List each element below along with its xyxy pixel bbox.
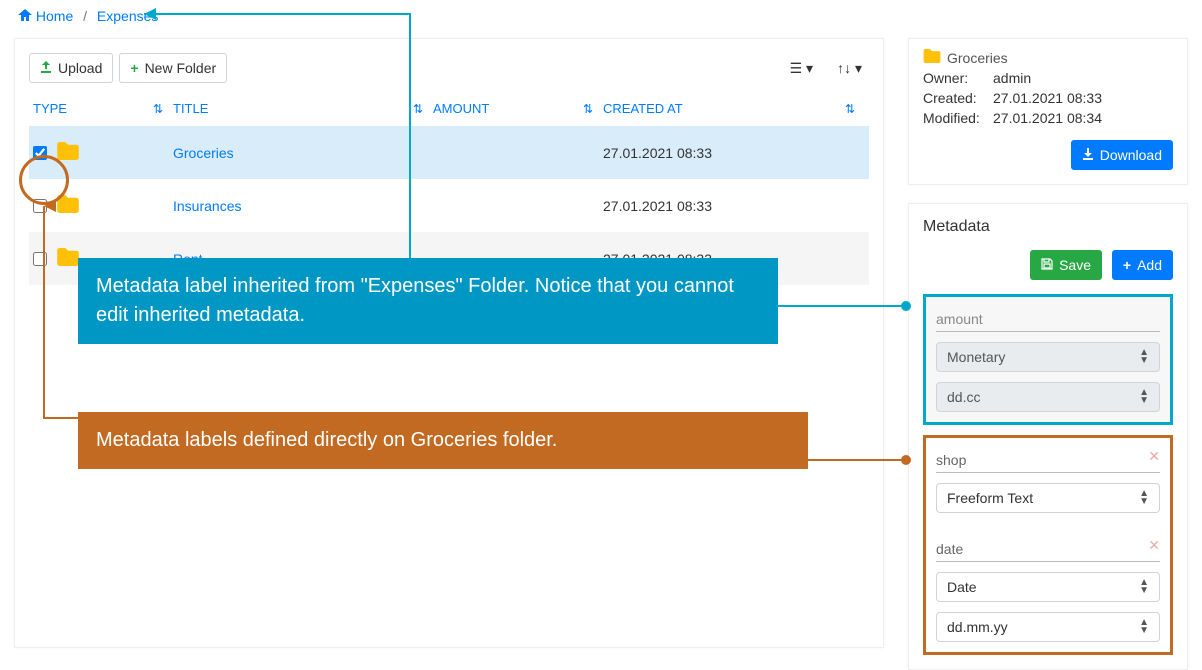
row-title-link[interactable]: Groceries	[173, 145, 234, 161]
plus-icon: +	[1123, 257, 1131, 273]
updown-icon: ▲▼	[1139, 619, 1149, 635]
metadata-box: Metadata Save + Add Monetary ▲▼ dd.cc ▲▼ ✕	[908, 203, 1188, 670]
metadata-format-select[interactable]: dd.mm.yy ▲▼	[936, 612, 1160, 642]
metadata-group-shop: ✕ Freeform Text ▲▼	[926, 438, 1170, 523]
row-checkbox[interactable]	[33, 199, 47, 213]
metadata-group-amount: Monetary ▲▼ dd.cc ▲▼	[923, 294, 1173, 425]
folder-icon	[923, 49, 941, 66]
row-created: 27.01.2021 08:33	[603, 145, 865, 161]
info-created-label: Created:	[923, 90, 993, 106]
save-button[interactable]: Save	[1030, 250, 1102, 280]
sort-toggle[interactable]: ↑↓ ▾	[830, 55, 869, 82]
updown-icon: ▲▼	[1139, 389, 1149, 405]
sort-icon: ⇅	[413, 102, 433, 116]
info-owner-value: admin	[993, 70, 1031, 86]
row-checkbox[interactable]	[33, 252, 47, 266]
annotation-blue: Metadata label inherited from "Expenses"…	[78, 258, 778, 344]
metadata-type-value: Freeform Text	[947, 490, 1033, 506]
toolbar: Upload + New Folder ☰ ▾ ↑↓ ▾	[29, 53, 869, 83]
remove-metadata-icon[interactable]: ✕	[1148, 448, 1160, 465]
col-header-title[interactable]: TITLE ⇅	[173, 101, 433, 116]
metadata-format-select: dd.cc ▲▼	[936, 382, 1160, 412]
row-title-link[interactable]: Insurances	[173, 198, 241, 214]
upload-button[interactable]: Upload	[29, 53, 113, 83]
table-header: TYPE ⇅ TITLE ⇅ AMOUNT ⇅ CREATED AT ⇅	[29, 101, 869, 126]
sort-icon: ⇅	[845, 102, 865, 116]
download-icon	[1082, 147, 1094, 163]
breadcrumb-separator: /	[77, 8, 93, 24]
breadcrumb: Home / Expenses	[0, 0, 1202, 32]
list-view-toggle[interactable]: ☰ ▾	[783, 55, 820, 82]
metadata-format-value: dd.cc	[947, 389, 980, 405]
updown-icon: ▲▼	[1139, 349, 1149, 365]
metadata-type-select[interactable]: Date ▲▼	[936, 572, 1160, 602]
info-modified-value: 27.01.2021 08:34	[993, 110, 1102, 126]
updown-icon: ▲▼	[1139, 579, 1149, 595]
row-checkbox[interactable]	[33, 146, 47, 160]
side-panel: Groceries Owner:admin Created:27.01.2021…	[908, 38, 1188, 670]
breadcrumb-home-label: Home	[36, 8, 73, 24]
metadata-type-value: Monetary	[947, 349, 1005, 365]
updown-icon: ▲▼	[1139, 490, 1149, 506]
sort-icon: ⇅	[153, 102, 173, 116]
folder-icon	[57, 195, 79, 216]
folder-icon	[57, 142, 79, 163]
metadata-label-input	[936, 307, 1160, 332]
metadata-type-select[interactable]: Freeform Text ▲▼	[936, 483, 1160, 513]
add-button[interactable]: + Add	[1112, 250, 1173, 280]
home-icon	[18, 8, 32, 24]
new-folder-button[interactable]: + New Folder	[119, 53, 227, 83]
info-created-value: 27.01.2021 08:33	[993, 90, 1102, 106]
annotation-orange: Metadata labels defined directly on Groc…	[78, 412, 808, 469]
info-folder-name: Groceries	[947, 50, 1008, 66]
info-modified-label: Modified:	[923, 110, 993, 126]
info-owner-label: Owner:	[923, 70, 993, 86]
metadata-owned-wrap: ✕ Freeform Text ▲▼ ✕ Date ▲▼ dd.mm.yy ▲▼	[923, 435, 1173, 655]
folder-icon	[57, 248, 79, 269]
col-header-title-label: TITLE	[173, 101, 208, 116]
download-button[interactable]: Download	[1071, 140, 1173, 170]
sort-icon: ⇅	[583, 102, 603, 116]
metadata-format-value: dd.mm.yy	[947, 619, 1008, 635]
row-created: 27.01.2021 08:33	[603, 198, 865, 214]
col-header-type-label: TYPE	[33, 101, 67, 116]
breadcrumb-expenses[interactable]: Expenses	[97, 8, 158, 24]
col-header-created[interactable]: CREATED AT ⇅	[603, 101, 865, 116]
col-header-amount[interactable]: AMOUNT ⇅	[433, 101, 603, 116]
upload-button-label: Upload	[58, 60, 102, 76]
table-row[interactable]: Insurances 27.01.2021 08:33	[29, 179, 869, 232]
col-header-amount-label: AMOUNT	[433, 101, 489, 116]
save-button-label: Save	[1059, 257, 1091, 273]
info-box: Groceries Owner:admin Created:27.01.2021…	[908, 38, 1188, 185]
metadata-heading: Metadata	[923, 218, 1173, 236]
download-button-label: Download	[1100, 147, 1162, 163]
table-row[interactable]: Groceries 27.01.2021 08:33	[29, 126, 869, 179]
col-header-created-label: CREATED AT	[603, 101, 683, 116]
metadata-label-input[interactable]	[936, 537, 1160, 562]
save-icon	[1041, 257, 1053, 273]
metadata-group-date: ✕ Date ▲▼ dd.mm.yy ▲▼	[926, 527, 1170, 652]
metadata-type-value: Date	[947, 579, 977, 595]
plus-icon: +	[130, 60, 138, 76]
breadcrumb-home[interactable]: Home	[18, 8, 77, 24]
metadata-label-input[interactable]	[936, 448, 1160, 473]
upload-icon	[40, 60, 52, 76]
remove-metadata-icon[interactable]: ✕	[1148, 537, 1160, 554]
metadata-type-select: Monetary ▲▼	[936, 342, 1160, 372]
col-header-type[interactable]: TYPE ⇅	[33, 101, 173, 116]
add-button-label: Add	[1137, 257, 1162, 273]
new-folder-button-label: New Folder	[145, 60, 217, 76]
